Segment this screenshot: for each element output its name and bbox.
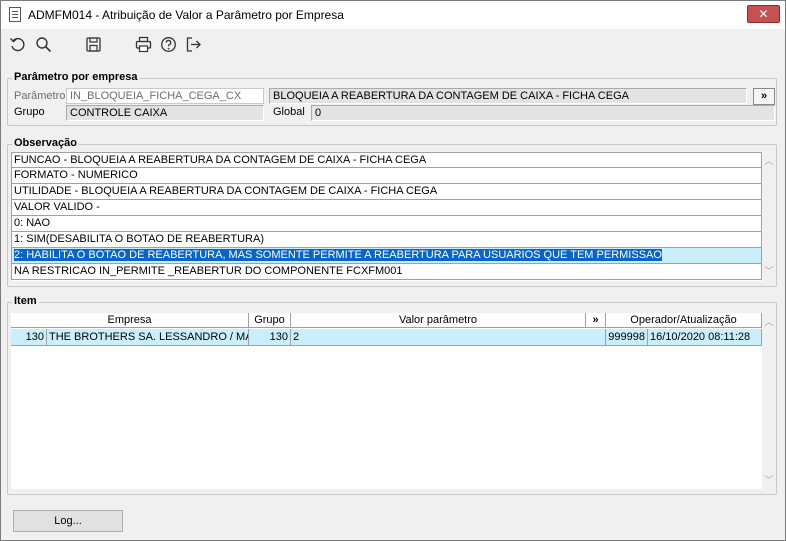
grupo-field: CONTROLE CAIXA [66, 105, 264, 121]
observacao-line[interactable]: 0: NAO [11, 216, 762, 232]
log-button[interactable]: Log... [13, 510, 123, 532]
observacao-line[interactable]: 1: SIM(DESABILITA O BOTAO DE REABERTURA) [11, 232, 762, 248]
parametro-expand-button[interactable]: » [753, 88, 775, 105]
item-grid: Empresa Grupo Valor parâmetro » Operador… [11, 313, 762, 489]
exit-icon[interactable] [183, 34, 203, 54]
observacao-line[interactable]: NA RESTRICAO IN_PERMITE _REABERTUR DO CO… [11, 264, 762, 280]
observacao-group-legend: Observação [12, 137, 79, 149]
observacao-line[interactable]: FUNCAO - BLOQUEIA A REABERTURA DA CONTAG… [11, 152, 762, 168]
parametro-field[interactable]: IN_BLOQUEIA_FICHA_CEGA_CX [66, 88, 264, 104]
grupo-label: Grupo [14, 106, 45, 118]
observacao-line-selected[interactable]: 2: HABILITA O BOTAO DE REABERTURA, MAS S… [11, 248, 762, 264]
global-field: 0 [311, 105, 775, 121]
parametro-group-legend: Parâmetro por empresa [12, 71, 140, 83]
scroll-up-icon[interactable]: ︿ [764, 317, 774, 327]
cell-operador[interactable]: 999998 [606, 329, 648, 346]
global-label: Global [273, 106, 305, 118]
undo-icon[interactable] [7, 34, 27, 54]
cell-empresa-code[interactable]: 130 [11, 329, 47, 346]
column-header-valor[interactable]: Valor parâmetro [291, 313, 586, 328]
item-scrollbar[interactable]: ︿ ﹀ [762, 313, 776, 489]
title-bar: ADMFM014 - Atribuição de Valor a Parâmet… [1, 1, 785, 29]
cell-grupo[interactable]: 130 [249, 329, 291, 346]
parametro-description-field: BLOQUEIA A REABERTURA DA CONTAGEM DE CAI… [269, 88, 747, 104]
column-header-operador[interactable]: Operador/Atualização [606, 313, 762, 328]
observacao-line[interactable]: VALOR VALIDO - [11, 200, 762, 216]
item-group-legend: Item [12, 295, 39, 307]
save-icon[interactable] [83, 34, 103, 54]
print-icon[interactable] [133, 34, 153, 54]
toolbar [1, 29, 785, 59]
observacao-selected-text: 2: HABILITA O BOTAO DE REABERTURA, MAS S… [14, 249, 662, 261]
cell-valor[interactable]: 2 [291, 329, 606, 346]
document-icon [9, 7, 21, 22]
observacao-line[interactable]: FORMATO - NUMERICO [11, 168, 762, 184]
window-title: ADMFM014 - Atribuição de Valor a Parâmet… [28, 8, 344, 22]
parametro-label: Parâmetro [14, 90, 66, 102]
column-expand-button[interactable]: » [586, 313, 606, 328]
cell-atualizacao[interactable]: 16/10/2020 08:11:28 [648, 329, 762, 346]
observacao-line[interactable]: UTILIDADE - BLOQUEIA A REABERTURA DA CON… [11, 184, 762, 200]
help-icon[interactable] [158, 34, 178, 54]
scroll-down-icon[interactable]: ﹀ [764, 266, 774, 276]
close-button[interactable]: ✕ [747, 5, 780, 23]
scroll-down-icon[interactable]: ﹀ [764, 475, 774, 485]
search-icon[interactable] [33, 34, 53, 54]
column-header-empresa[interactable]: Empresa [11, 313, 249, 328]
observacao-scrollbar[interactable]: ︿ ﹀ [762, 152, 776, 281]
scroll-up-icon[interactable]: ︿ [764, 156, 774, 166]
column-header-grupo[interactable]: Grupo [249, 313, 291, 328]
cell-empresa-name[interactable]: THE BROTHERS SA. LESSANDRO / MARC [47, 329, 249, 346]
application-window: ADMFM014 - Atribuição de Valor a Parâmet… [0, 0, 786, 541]
observacao-list[interactable]: FUNCAO - BLOQUEIA A REABERTURA DA CONTAG… [11, 152, 762, 281]
